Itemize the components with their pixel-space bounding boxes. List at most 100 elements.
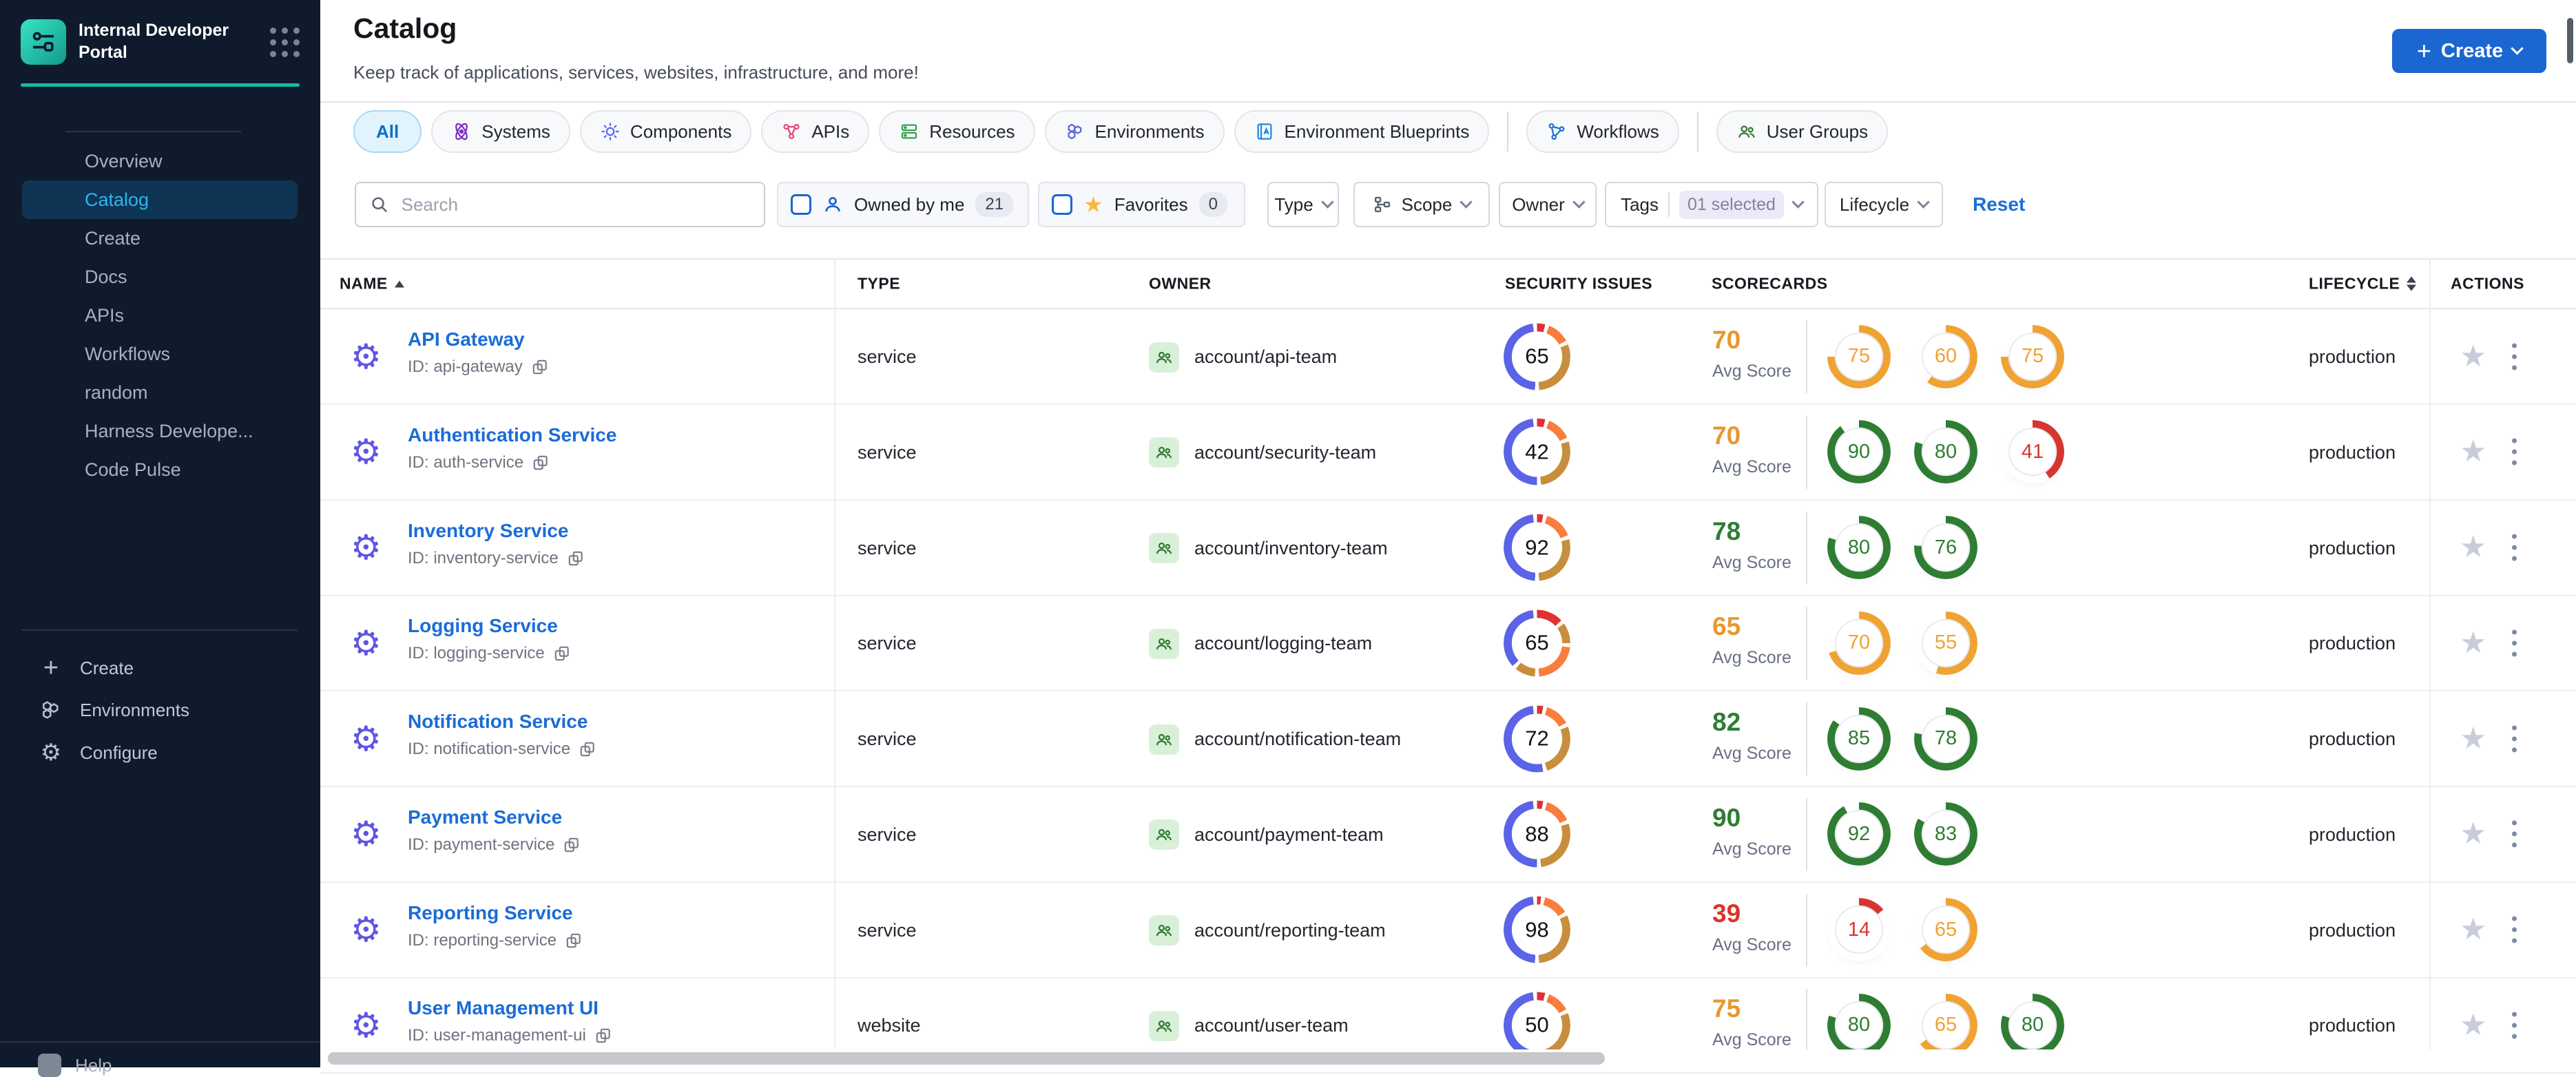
- page-title: Catalog: [353, 12, 457, 44]
- chevron-down-icon: [1460, 196, 1473, 209]
- favorites-filter[interactable]: ★ Favorites 0: [1038, 182, 1245, 227]
- copy-icon[interactable]: [563, 836, 581, 854]
- favorite-star-icon[interactable]: ★: [2460, 532, 2486, 563]
- favorite-star-icon[interactable]: ★: [2460, 627, 2486, 658]
- favorites-checkbox[interactable]: [1052, 194, 1072, 215]
- scorecard-gauge: 65: [1914, 898, 1977, 961]
- search-input[interactable]: [399, 193, 750, 216]
- owner-cell: account/reporting-team: [1149, 883, 1386, 979]
- row-menu-icon[interactable]: [2508, 1007, 2521, 1043]
- row-menu-icon[interactable]: [2508, 817, 2521, 852]
- column-header-name[interactable]: NAME: [340, 275, 404, 293]
- reset-filters-button[interactable]: Reset: [1973, 182, 2025, 227]
- entity-name-link[interactable]: Payment Service: [408, 806, 562, 828]
- row-menu-icon[interactable]: [2508, 625, 2521, 660]
- tags-dropdown[interactable]: Tags 01 selected: [1605, 182, 1818, 227]
- row-menu-icon[interactable]: [2508, 912, 2521, 948]
- sidebar-item-apis[interactable]: APIs: [22, 296, 298, 335]
- row-menu-icon[interactable]: [2508, 435, 2521, 470]
- tab-workflows[interactable]: Workflows: [1526, 110, 1679, 153]
- entity-name-link[interactable]: Notification Service: [408, 711, 588, 733]
- tab-user-groups[interactable]: User Groups: [1716, 110, 1889, 153]
- favorite-star-icon[interactable]: ★: [2460, 723, 2486, 754]
- copy-icon[interactable]: [532, 454, 550, 472]
- tab-resources[interactable]: Resources: [879, 110, 1035, 153]
- blueprints-icon: [1254, 121, 1275, 142]
- sidebar-item-harness-develope-[interactable]: Harness Develope...: [22, 412, 298, 450]
- column-header-lifecycle[interactable]: LIFECYCLE: [2309, 275, 2417, 293]
- lifecycle-cell: production: [2309, 633, 2396, 654]
- tab-environments[interactable]: Environments: [1044, 110, 1225, 153]
- favorite-star-icon[interactable]: ★: [2460, 914, 2486, 945]
- table-row: ⚙ Notification Service ID: notification-se…: [320, 691, 2576, 787]
- sidebar-item-catalog[interactable]: Catalog: [22, 180, 298, 219]
- owned-by-me-filter[interactable]: Owned by me 21: [777, 182, 1029, 227]
- favorite-star-icon[interactable]: ★: [2460, 1010, 2486, 1041]
- app-logo[interactable]: [21, 19, 66, 65]
- entity-name-link[interactable]: API Gateway: [408, 328, 525, 351]
- search-box[interactable]: [355, 182, 765, 227]
- tab-all[interactable]: All: [353, 110, 422, 153]
- sidebar-item-random[interactable]: random: [22, 373, 298, 412]
- lifecycle-cell: production: [2309, 824, 2396, 845]
- copy-icon[interactable]: [579, 740, 596, 758]
- tab-components[interactable]: Components: [579, 110, 752, 153]
- sidebar-item-workflows[interactable]: Workflows: [22, 335, 298, 373]
- component-gear-icon: ⚙: [351, 528, 382, 567]
- type-cell: service: [858, 919, 917, 941]
- sidebar-nav: Overview Catalog Create Docs APIs Workflows ra…: [22, 142, 298, 489]
- scope-dropdown-label: Scope: [1401, 194, 1453, 215]
- scope-dropdown[interactable]: Scope: [1353, 182, 1490, 227]
- favorite-star-icon[interactable]: ★: [2460, 437, 2486, 467]
- entity-id: ID: inventory-service: [408, 549, 585, 568]
- sidebar-bottom-divider: [22, 629, 298, 631]
- sidebar-item-configure[interactable]: ⚙ Configure: [39, 735, 158, 771]
- tab-group-divider: [1696, 112, 1699, 151]
- apps-grid-icon[interactable]: [270, 28, 300, 57]
- horizontal-scrollbar-thumb[interactable]: [328, 1052, 1605, 1065]
- help-divider: [0, 1041, 320, 1043]
- sidebar-item-help[interactable]: Help: [38, 1054, 112, 1077]
- owned-by-me-checkbox[interactable]: [791, 194, 811, 215]
- copy-icon[interactable]: [565, 932, 583, 950]
- copy-icon[interactable]: [553, 645, 571, 662]
- sidebar-item-create[interactable]: Create: [22, 219, 298, 258]
- table-row: ⚙ Payment Service ID: payment-service servi…: [320, 787, 2576, 883]
- sidebar-item-code-pulse[interactable]: Code Pulse: [22, 450, 298, 489]
- row-menu-icon[interactable]: [2508, 721, 2521, 756]
- sidebar-item-overview[interactable]: Overview: [22, 142, 298, 180]
- owner-name: account/security-team: [1194, 441, 1377, 463]
- row-menu-icon[interactable]: [2508, 339, 2521, 374]
- lifecycle-dropdown[interactable]: Lifecycle: [1825, 182, 1943, 227]
- owner-dropdown[interactable]: Owner: [1499, 182, 1597, 227]
- type-cell: service: [858, 633, 917, 654]
- favorite-star-icon[interactable]: ★: [2460, 819, 2486, 849]
- sidebar: Internal Developer Portal Overview Catalo…: [0, 0, 320, 1077]
- entity-name-link[interactable]: Logging Service: [408, 615, 558, 637]
- copy-icon[interactable]: [594, 1027, 612, 1045]
- entity-name-link[interactable]: Inventory Service: [408, 520, 568, 542]
- vertical-scrollbar[interactable]: [2567, 18, 2573, 63]
- favorite-star-icon[interactable]: ★: [2460, 341, 2486, 372]
- sidebar-item-create[interactable]: + Create: [39, 650, 134, 686]
- tab-environment-blueprints[interactable]: Environment Blueprints: [1234, 110, 1490, 153]
- tab-apis[interactable]: APIs: [761, 110, 870, 153]
- row-menu-icon[interactable]: [2508, 530, 2521, 565]
- column-header-security-issues: SECURITY ISSUES: [1505, 274, 1653, 293]
- entity-name-link[interactable]: Authentication Service: [408, 424, 616, 446]
- lifecycle-cell: production: [2309, 537, 2396, 558]
- avg-score-label: Avg Score: [1712, 648, 1791, 668]
- copy-icon[interactable]: [567, 550, 585, 567]
- horizontal-scrollbar[interactable]: [320, 1049, 2576, 1067]
- sidebar-item-docs[interactable]: Docs: [22, 258, 298, 296]
- tab-systems[interactable]: Systems: [431, 110, 570, 153]
- create-button[interactable]: + Create: [2392, 29, 2546, 73]
- entity-tabs: All Systems Components APIs Resources Environ…: [353, 110, 1889, 153]
- copy-icon[interactable]: [531, 358, 549, 376]
- sidebar-item-environments[interactable]: Environments: [39, 692, 189, 728]
- components-icon: [600, 121, 621, 142]
- entity-name-link[interactable]: User Management UI: [408, 997, 599, 1019]
- type-dropdown[interactable]: Type: [1267, 182, 1339, 227]
- owner-cell: account/payment-team: [1149, 787, 1384, 883]
- entity-name-link[interactable]: Reporting Service: [408, 902, 573, 924]
